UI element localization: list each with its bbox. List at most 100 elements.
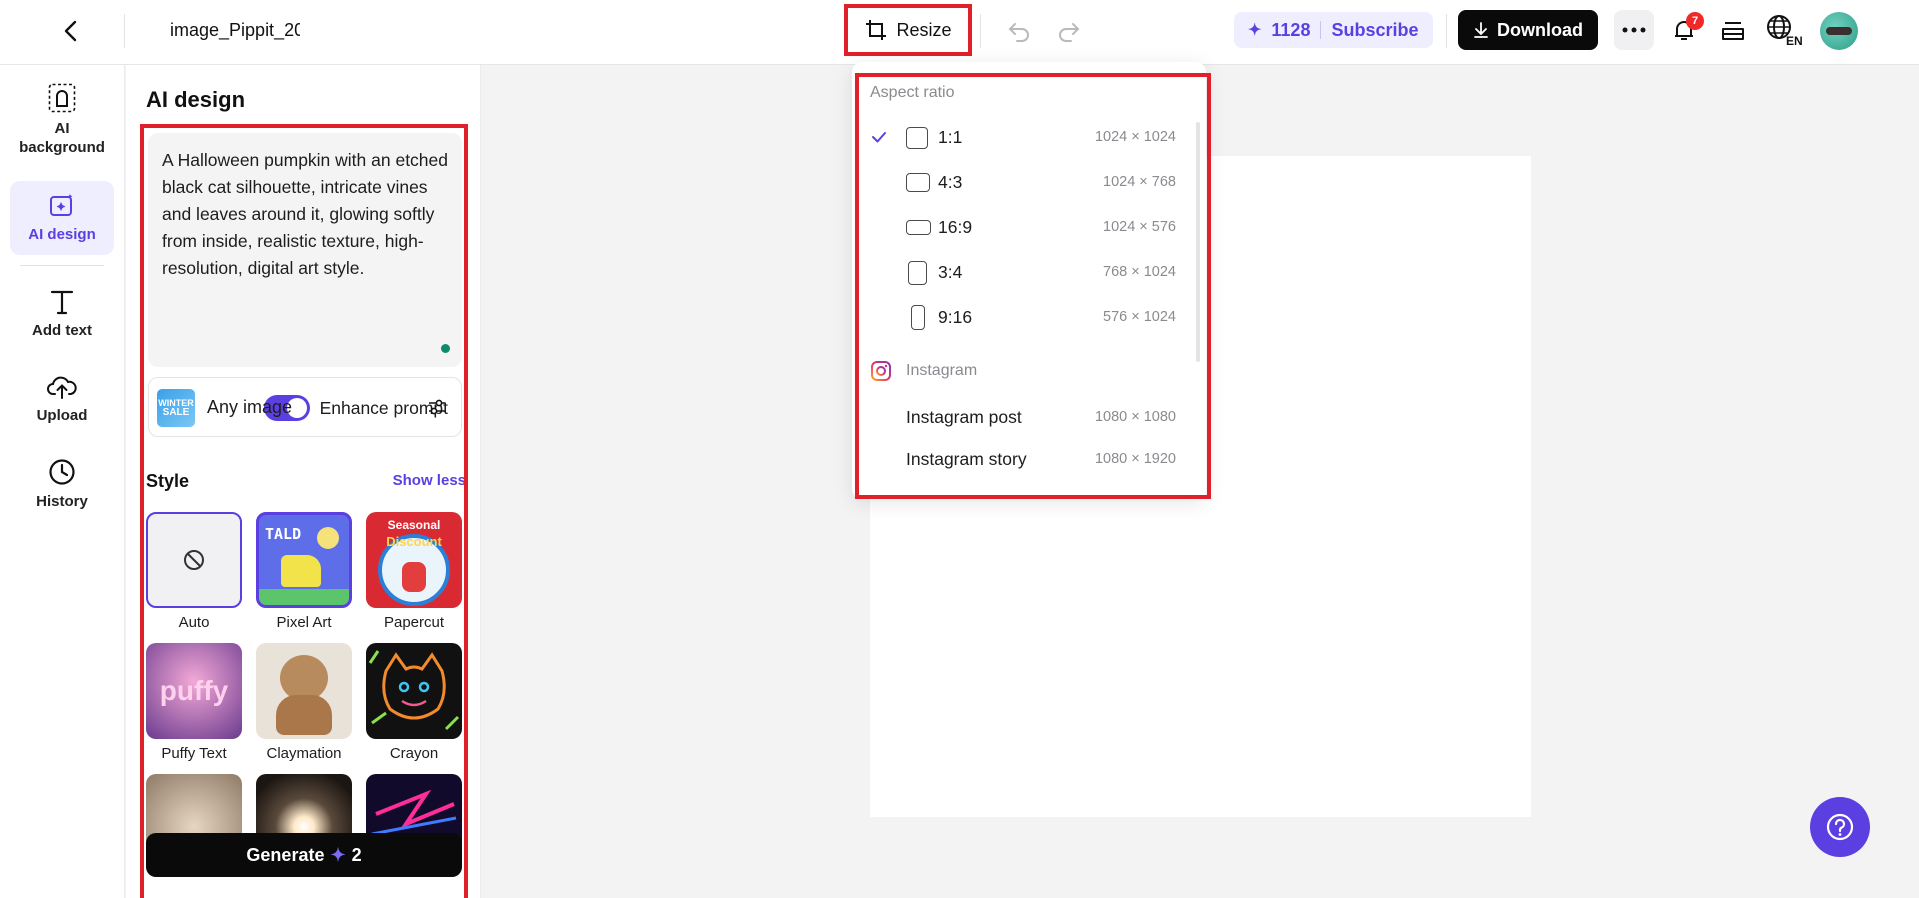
ratio-label: 4:3: [938, 172, 963, 192]
resize-label: Resize: [896, 19, 952, 40]
style-label: Papercut: [383, 614, 445, 631]
style-label: Auto: [178, 614, 210, 631]
ratio-dimensions: 1024 × 768: [1103, 174, 1176, 190]
ratio-label: 1:1: [938, 127, 963, 147]
ratio-label: 9:16: [938, 307, 973, 327]
style-puffy-text[interactable]: puffy Puffy Text: [146, 643, 242, 762]
papercut-figure: [402, 562, 426, 592]
style-grid: Auto TALD Pixel Art Seasonal Discount Pa…: [146, 512, 466, 882]
back-button[interactable]: [56, 16, 86, 46]
rail-item-ai-background[interactable]: AI background: [10, 77, 114, 163]
ratio-option-16-9[interactable]: 16:9 1024 × 576: [866, 208, 1176, 246]
ratio-label: Instagram story: [906, 449, 1027, 469]
layers-icon: [1722, 22, 1744, 40]
clock-icon: [49, 458, 75, 485]
ratio-dimensions: 768 × 1024: [1103, 264, 1176, 280]
generate-cost: 2: [351, 844, 362, 865]
image-type-label: Any image: [207, 397, 293, 417]
divider: [1320, 21, 1322, 39]
rail-item-ai-design[interactable]: AI design: [10, 181, 114, 255]
thumb-text: Discount: [386, 534, 442, 549]
style-label: Claymation: [266, 745, 342, 762]
rail-label: AI background: [19, 120, 105, 156]
chevron-left-icon: [64, 20, 77, 42]
thumb-text: Seasonal: [387, 518, 441, 532]
no-style-icon: [184, 550, 204, 570]
image-type-selector[interactable]: WINTER SALE Any image: [148, 377, 462, 437]
prompt-text[interactable]: A Halloween pumpkin with an etched black…: [162, 147, 452, 282]
show-less-link[interactable]: Show less: [393, 472, 466, 489]
ratio-dimensions: 1080 × 1080: [1094, 409, 1176, 425]
pixel-moon: [317, 527, 339, 549]
ai-background-icon: [48, 83, 76, 113]
ratio-option-4-3[interactable]: 4:3 1024 × 768: [866, 163, 1176, 201]
instagram-story-option[interactable]: Instagram story 1080 × 1920: [866, 440, 1176, 478]
pixel-ground: [259, 589, 349, 605]
style-papercut[interactable]: Seasonal Discount Papercut: [366, 512, 462, 631]
more-button[interactable]: [1614, 10, 1654, 50]
pixel-duck: [281, 555, 321, 587]
ratio-dimensions: 1024 × 576: [1103, 219, 1176, 235]
download-label: Download: [1497, 19, 1583, 40]
ratio-option-9-16[interactable]: 9:16 576 × 1024: [866, 298, 1176, 336]
layers-button[interactable]: [1716, 14, 1750, 48]
prompt-input[interactable]: A Halloween pumpkin with an etched black…: [148, 133, 462, 421]
tall-ratio-icon: [911, 305, 925, 330]
generate-button[interactable]: Generate ✦ 2: [146, 833, 462, 877]
text-icon: [50, 290, 74, 314]
upload-cloud-icon: [47, 376, 77, 399]
style-crayon[interactable]: Crayon: [366, 643, 462, 762]
panel-title: AI design: [146, 87, 246, 112]
resize-dropdown: Aspect ratio 1:1 1024 × 1024 4:3 1024 × …: [852, 62, 1206, 499]
undo-button[interactable]: [1004, 16, 1034, 46]
dropdown-scrollbar[interactable]: [1196, 122, 1200, 362]
divider: [980, 14, 981, 48]
language-button[interactable]: EN: [1764, 12, 1804, 52]
style-pixel-art[interactable]: TALD Pixel Art: [256, 512, 352, 631]
ratio-option-1-1[interactable]: 1:1 1024 × 1024: [866, 118, 1176, 156]
rail-item-add-text[interactable]: Add text: [10, 277, 114, 351]
sparkle-icon: ✦: [330, 844, 346, 865]
rail-item-history[interactable]: History: [10, 447, 114, 521]
more-horizontal-icon: [1622, 27, 1646, 33]
resize-button[interactable]: Resize: [844, 4, 972, 56]
style-thumbnail: puffy: [146, 643, 242, 739]
ratio-option-3-4[interactable]: 3:4 768 × 1024: [866, 253, 1176, 291]
sliders-icon[interactable]: [427, 397, 447, 417]
instagram-icon: [871, 361, 891, 381]
style-auto[interactable]: Auto: [146, 512, 242, 631]
ratio-dimensions: 1080 × 1920: [1094, 451, 1176, 467]
ai-design-panel: AI design A Halloween pumpkin with an et…: [126, 65, 481, 898]
download-button[interactable]: Download: [1458, 10, 1598, 50]
rail-label: Upload: [36, 406, 88, 424]
undo-icon: [1008, 23, 1029, 42]
style-thumbnail: TALD: [256, 512, 352, 608]
style-thumbnail: Seasonal Discount: [366, 512, 462, 608]
style-thumbnail: [366, 643, 462, 739]
rail-label: Add text: [32, 321, 92, 339]
thumb-text: TALD: [265, 525, 302, 543]
notifications-button[interactable]: 7: [1666, 12, 1704, 48]
divider: [1446, 14, 1447, 48]
avatar-graphic: [1826, 27, 1852, 35]
portrait-ratio-icon: [908, 261, 927, 285]
avatar[interactable]: [1820, 12, 1858, 50]
redo-button[interactable]: [1054, 16, 1084, 46]
subscribe-link[interactable]: Subscribe: [1331, 20, 1418, 41]
style-claymation[interactable]: Claymation: [256, 643, 352, 762]
help-button[interactable]: [1810, 797, 1870, 857]
file-title[interactable]: image_Pippit_20: [170, 20, 300, 41]
style-thumbnail: [256, 643, 352, 739]
tool-rail: AI background AI design Add text Upload …: [0, 65, 125, 898]
ratio-dimensions: 576 × 1024: [1103, 309, 1176, 325]
rail-item-upload[interactable]: Upload: [10, 362, 114, 436]
ratio-label: Instagram post: [906, 407, 1022, 427]
ratio-label: 16:9: [938, 217, 973, 237]
thumb-text: puffy: [159, 675, 229, 706]
credits-pill[interactable]: ✦ 1128 Subscribe: [1234, 12, 1433, 48]
resize-icon: [866, 20, 887, 40]
style-label: Pixel Art: [276, 614, 332, 631]
image-type-thumbnail: WINTER SALE: [157, 389, 195, 427]
download-icon: [1474, 22, 1488, 38]
instagram-post-option[interactable]: Instagram post 1080 × 1080: [866, 398, 1176, 436]
